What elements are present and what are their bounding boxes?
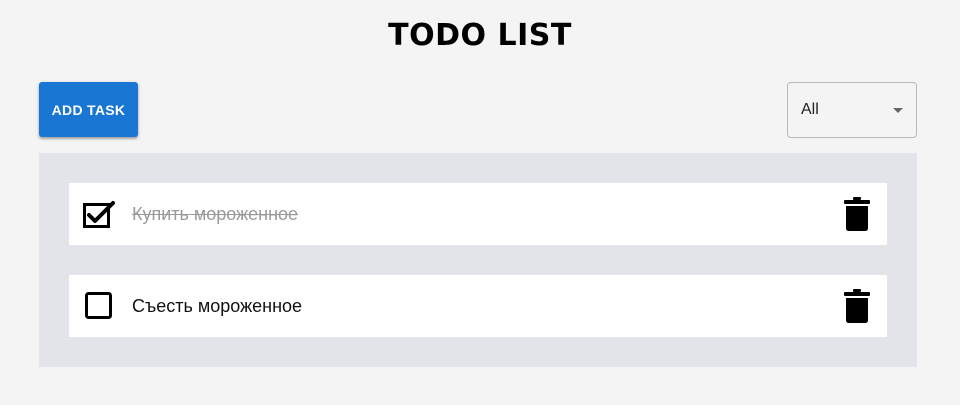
page-title: TODO LIST xyxy=(388,18,572,53)
chevron-down-icon xyxy=(893,108,903,113)
list-item: Купить мороженное xyxy=(69,183,887,245)
list-item: Съесть мороженное xyxy=(69,275,887,337)
trash-icon[interactable] xyxy=(844,197,870,231)
todo-app: TODO LIST ADD TASK All Купить мороженное… xyxy=(0,0,960,405)
filter-select[interactable]: All xyxy=(787,82,917,138)
add-task-button[interactable]: ADD TASK xyxy=(39,82,138,137)
checked-checkbox-icon[interactable] xyxy=(83,200,115,228)
trash-icon[interactable] xyxy=(844,289,870,323)
filter-selected-value: All xyxy=(801,101,819,118)
task-label: Купить мороженное xyxy=(132,204,299,224)
unchecked-checkbox-icon[interactable] xyxy=(83,292,115,320)
task-label: Съесть мороженное xyxy=(132,296,303,316)
task-list: Купить мороженное Съесть мороженное xyxy=(39,153,917,367)
